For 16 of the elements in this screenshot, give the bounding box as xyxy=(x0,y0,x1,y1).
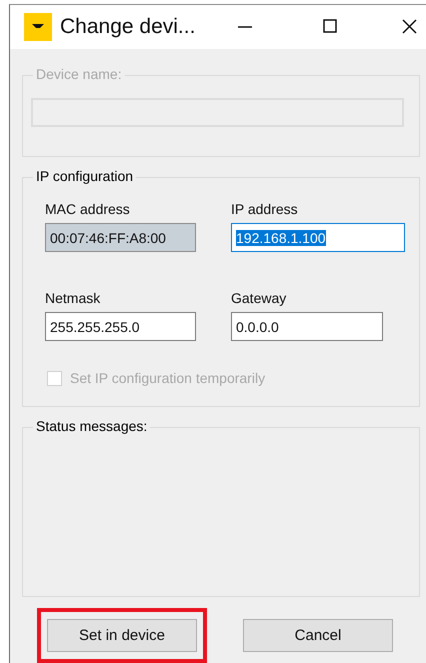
checkbox-label: Set IP configuration temporarily xyxy=(70,370,266,386)
input-field[interactable]: 00:07:46:FF:A8:00 xyxy=(45,223,196,252)
group-label: Status messages: xyxy=(33,418,150,434)
field-label: Netmask xyxy=(45,290,102,306)
field-label: IP address xyxy=(231,201,299,217)
cancel-button[interactable]: Cancel xyxy=(243,619,393,652)
input-field[interactable]: 192.168.1.100 xyxy=(231,223,405,252)
field-label: Gateway xyxy=(231,290,288,306)
app-icon xyxy=(24,13,52,41)
window-title: Change devi... xyxy=(60,15,196,39)
input-field[interactable]: 0.0.0.0 xyxy=(231,312,383,341)
group-label: Device name: xyxy=(33,66,125,82)
input-field[interactable]: 255.255.255.0 xyxy=(45,312,196,341)
field-label: MAC address xyxy=(45,201,131,217)
group-label: IP configuration xyxy=(33,168,136,184)
set-in-device-button[interactable]: Set in device xyxy=(47,619,197,652)
